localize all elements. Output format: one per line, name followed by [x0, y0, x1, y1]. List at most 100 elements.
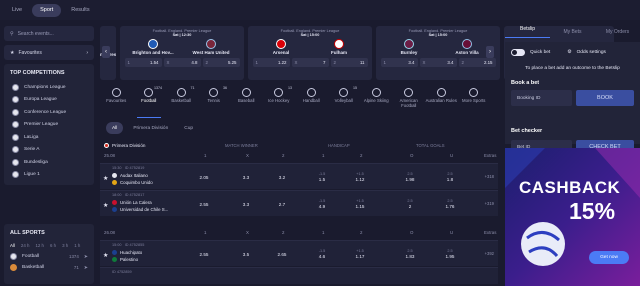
star-icon[interactable]: ★	[103, 252, 108, 259]
booking-id-input[interactable]: Booking ID	[511, 90, 572, 106]
odds-cell[interactable]: 3.3	[234, 197, 258, 211]
featured-card[interactable]: Football. England. Premier League Sat | …	[248, 26, 372, 80]
odds-cell[interactable]: +1.5 1.17	[348, 247, 372, 261]
time-filter[interactable]: 24 h	[21, 243, 30, 248]
get-now-button[interactable]: Get now	[589, 251, 629, 264]
odds-cell[interactable]: 2.5 1.76	[438, 197, 462, 211]
odds-button[interactable]: X 3.4	[419, 58, 457, 67]
american-football-icon	[404, 88, 414, 97]
tab-betslip[interactable]: Betslip	[505, 24, 550, 38]
promo-percent: 15%	[569, 198, 616, 224]
competition-item[interactable]: LaLiga	[4, 131, 94, 144]
gear-icon[interactable]: ⚙	[567, 50, 571, 55]
favourites-item[interactable]: ★ Favourites ›	[4, 45, 94, 60]
competition-item[interactable]: Bundesliga	[4, 156, 94, 169]
more-markets[interactable]: +318	[485, 174, 494, 179]
odds-cell[interactable]: 3.2	[270, 170, 294, 184]
featured-card[interactable]: Football. England. Premier League Sat | …	[376, 26, 500, 80]
match-row[interactable]: ★ 15:30 ID 4752819 Audax Italiano Coquim…	[100, 163, 498, 189]
featured-card[interactable]: Football. England. Premier League Sat | …	[120, 26, 244, 80]
more-markets[interactable]: +392	[485, 251, 494, 256]
sport-tab-football[interactable]: 1374 Football	[133, 86, 166, 118]
odds-cell[interactable]: +1.5 1.12	[348, 170, 372, 184]
odds-cell[interactable]: 2.55	[192, 247, 216, 261]
odds-cell[interactable]: -1.5 4.9	[310, 197, 334, 211]
sport-item-basketball[interactable]: Basketball 71 ➤	[4, 262, 94, 273]
tab-sport[interactable]: Sport	[32, 3, 62, 17]
odds-button[interactable]: 2 5.25	[202, 58, 240, 67]
competition-item[interactable]: Ligue 1	[4, 169, 94, 182]
carousel-next-button[interactable]: ›	[486, 46, 494, 58]
time-filter[interactable]: 3 h	[62, 243, 68, 248]
sport-tab-volleyball[interactable]: 15 Volleyball	[328, 86, 361, 118]
competition-item[interactable]: Europa League	[4, 94, 94, 107]
search-input[interactable]: ⚲ Search events...	[4, 26, 94, 41]
pin-icon[interactable]: ➤	[84, 254, 88, 260]
star-icon[interactable]: ★	[103, 202, 108, 209]
tab-my-bets[interactable]: My Bets	[550, 27, 595, 35]
team-name: Audax Italiano	[120, 173, 148, 178]
team-crest-icon	[276, 39, 286, 49]
odds-button[interactable]: X7	[291, 58, 329, 67]
odds-cell[interactable]: 2.5 1.95	[438, 247, 462, 261]
odds-cell[interactable]: 3.5	[234, 247, 258, 261]
odds-cell[interactable]: 2.7	[270, 197, 294, 211]
odds-button[interactable]: 2 2.15	[458, 58, 496, 67]
competition-item[interactable]: Conference League	[4, 106, 94, 119]
match-row[interactable]: ★ 18:00 ID 4752817 Unión La Calera Unive…	[100, 190, 498, 216]
carousel-prev-button[interactable]: ‹	[102, 46, 110, 58]
competition-item[interactable]: Premier League	[4, 119, 94, 132]
football-icon	[12, 96, 19, 104]
competition-item[interactable]: Serie A	[4, 144, 94, 157]
odds-cell[interactable]: 2.05	[192, 170, 216, 184]
odds-cell[interactable]: 2.5 1.98	[398, 170, 422, 184]
subtab-all[interactable]: All	[106, 122, 124, 134]
subtab-cup[interactable]: Cup	[178, 122, 199, 134]
odds-cell[interactable]: -1.5 1.5	[310, 170, 334, 184]
quick-bet-toggle[interactable]	[511, 49, 525, 56]
odds-button[interactable]: 1 1.22	[252, 58, 290, 67]
sport-tab-handball[interactable]: Handball	[295, 86, 328, 118]
match-row[interactable]: ★ 15:00 ID 4752855 Huachipato Palestino …	[100, 240, 498, 266]
sport-tab-basketball[interactable]: 71 Basketball	[165, 86, 198, 118]
sport-count: 71	[73, 265, 79, 270]
odds-button[interactable]: 1 1.54	[124, 58, 162, 67]
time-filter[interactable]: 6 h	[50, 243, 56, 248]
odds-cell[interactable]: 2.5 1.83	[398, 247, 422, 261]
odds-button[interactable]: 2 11	[330, 58, 368, 67]
odds-cell[interactable]: +1.5 1.15	[348, 197, 372, 211]
time-filter[interactable]: 1 h	[74, 243, 80, 248]
sport-tab-american-football[interactable]: American Football	[393, 86, 426, 118]
sport-tab-more[interactable]: More Sports	[458, 86, 491, 118]
odds-settings-link[interactable]: Odds settings	[577, 50, 606, 55]
sport-tab-australian-rules[interactable]: Australian Rules	[425, 86, 458, 118]
sport-tab-tennis[interactable]: 36 Tennis	[198, 86, 231, 118]
book-button[interactable]: BOOK	[576, 90, 634, 106]
odds-button[interactable]: X 4.8	[163, 58, 201, 67]
time-filter[interactable]: All	[10, 243, 15, 248]
odds-cell[interactable]: 2.5 1.8	[438, 170, 462, 184]
odds-button[interactable]: 1 3.4	[380, 58, 418, 67]
cashback-banner[interactable]: CASHBACK 15% Get now	[505, 148, 640, 286]
time-filter[interactable]: 12 h	[35, 243, 44, 248]
tab-live[interactable]: Live	[4, 4, 30, 17]
sport-item-football[interactable]: Football 1374 ➤	[4, 251, 94, 262]
star-icon[interactable]: ★	[103, 175, 108, 182]
tab-results[interactable]: Results	[63, 4, 97, 17]
sport-tab-label: Basketball	[171, 98, 192, 103]
sport-tab-alpine-skiing[interactable]: Alpine Skiing	[360, 86, 393, 118]
competition-item[interactable]: Champions League	[4, 81, 94, 94]
subtab-primera[interactable]: Primera División	[127, 122, 174, 134]
odds-cell[interactable]: -1.5 4.6	[310, 247, 334, 261]
odds-cell[interactable]: 2.65	[270, 247, 294, 261]
pin-icon[interactable]: ➤	[84, 265, 88, 271]
tab-my-orders[interactable]: My Orders	[595, 27, 640, 35]
odds-cell[interactable]: 3.3	[234, 170, 258, 184]
odds-cell[interactable]: 2.5 2	[398, 197, 422, 211]
more-markets[interactable]: +319	[485, 201, 494, 206]
odds-cell[interactable]: 2.55	[192, 197, 216, 211]
sport-tab-favourites[interactable]: Favourites	[100, 86, 133, 118]
match-row[interactable]: ID 4752859	[100, 267, 498, 284]
sport-tab-baseball[interactable]: Baseball	[230, 86, 263, 118]
sport-tab-ice-hockey[interactable]: 13 Ice Hockey	[263, 86, 296, 118]
